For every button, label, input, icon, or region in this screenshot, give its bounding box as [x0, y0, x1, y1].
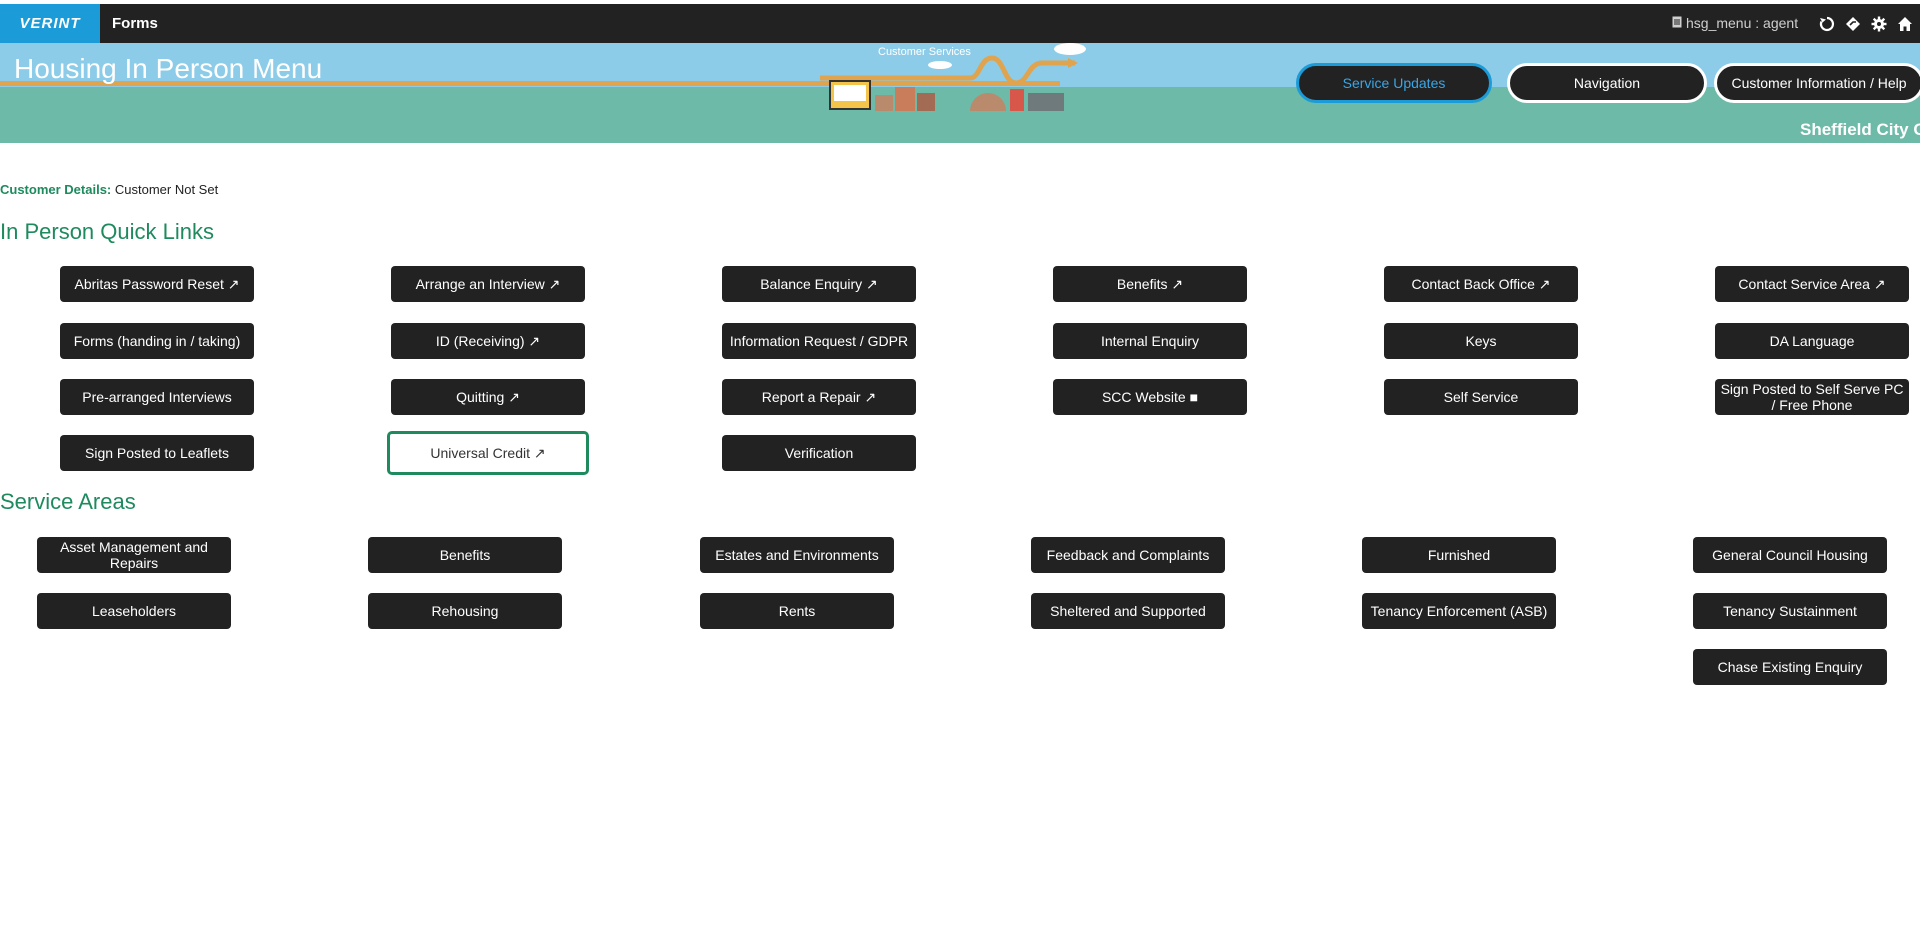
- service-area-benefits[interactable]: Benefits: [368, 537, 562, 573]
- quick-link-arrange-interview[interactable]: Arrange an Interview ↗: [391, 266, 585, 302]
- top-bar: VERINT Forms hsg_menu : agent: [0, 4, 1920, 43]
- refresh-icon[interactable]: [1818, 15, 1836, 33]
- page-title: Housing In Person Menu: [14, 53, 323, 84]
- customer-details: Customer Details: Customer Not Set: [0, 182, 218, 197]
- quick-link-pre-arranged-interviews[interactable]: Pre-arranged Interviews: [60, 379, 254, 415]
- quick-link-internal-enquiry[interactable]: Internal Enquiry: [1053, 323, 1247, 359]
- service-area-asset-management-repairs[interactable]: Asset Management and Repairs: [37, 537, 231, 573]
- quick-link-quitting[interactable]: Quitting ↗: [391, 379, 585, 415]
- quick-link-contact-service-area[interactable]: Contact Service Area ↗: [1715, 266, 1909, 302]
- quick-link-verification[interactable]: Verification: [722, 435, 916, 471]
- quick-link-sign-posted-self-serve-pc[interactable]: Sign Posted to Self Serve PC / Free Phon…: [1715, 379, 1909, 415]
- service-area-rents[interactable]: Rents: [700, 593, 894, 629]
- quick-link-abritas-password-reset[interactable]: Abritas Password Reset ↗: [60, 266, 254, 302]
- service-area-sheltered-supported[interactable]: Sheltered and Supported: [1031, 593, 1225, 629]
- quick-link-universal-credit[interactable]: Universal Credit ↗: [387, 431, 589, 475]
- quick-link-keys[interactable]: Keys: [1384, 323, 1578, 359]
- quick-link-id-receiving[interactable]: ID (Receiving) ↗: [391, 323, 585, 359]
- navigation-button[interactable]: Navigation: [1507, 63, 1707, 103]
- quick-link-contact-back-office[interactable]: Contact Back Office ↗: [1384, 266, 1578, 302]
- quick-link-report-repair[interactable]: Report a Repair ↗: [722, 379, 916, 415]
- verint-logo[interactable]: VERINT: [0, 4, 100, 43]
- customer-services-text: Customer Services: [878, 46, 971, 58]
- quick-link-forms[interactable]: Forms (handing in / taking): [60, 323, 254, 359]
- service-area-tenancy-enforcement[interactable]: Tenancy Enforcement (ASB): [1362, 593, 1556, 629]
- document-icon: [1672, 4, 1682, 43]
- quick-link-benefits[interactable]: Benefits ↗: [1053, 266, 1247, 302]
- quick-link-information-request-gdpr[interactable]: Information Request / GDPR: [722, 323, 916, 359]
- chase-existing-enquiry-button[interactable]: Chase Existing Enquiry: [1693, 649, 1887, 685]
- customer-details-label: Customer Details:: [0, 182, 112, 197]
- home-icon[interactable]: [1896, 15, 1914, 33]
- service-area-general-council-housing[interactable]: General Council Housing: [1693, 537, 1887, 573]
- navigate-icon[interactable]: [1844, 15, 1862, 33]
- toolbar-icons: [1818, 4, 1914, 43]
- quick-links-title: In Person Quick Links: [0, 219, 214, 244]
- quick-link-sign-posted-leaflets[interactable]: Sign Posted to Leaflets: [60, 435, 254, 471]
- customer-details-value: Customer Not Set: [114, 182, 219, 197]
- user-text: hsg_menu : agent: [1686, 15, 1799, 31]
- service-updates-button[interactable]: Service Updates: [1296, 63, 1492, 103]
- settings-icon[interactable]: [1870, 15, 1888, 33]
- logo-text: VERINT: [19, 15, 81, 32]
- service-areas-title: Service Areas: [0, 489, 136, 514]
- service-area-tenancy-sustainment[interactable]: Tenancy Sustainment: [1693, 593, 1887, 629]
- quick-link-da-language[interactable]: DA Language: [1715, 323, 1909, 359]
- customer-information-help-button[interactable]: Customer Information / Help: [1714, 63, 1920, 103]
- service-area-leaseholders[interactable]: Leaseholders: [37, 593, 231, 629]
- quick-link-self-service[interactable]: Self Service: [1384, 379, 1578, 415]
- user-info: hsg_menu : agent: [1672, 4, 1798, 43]
- header-banner: Housing In Person Menu Customer Services…: [0, 43, 1920, 143]
- forms-label[interactable]: Forms: [112, 4, 158, 43]
- quick-link-scc-website[interactable]: SCC Website ■: [1053, 379, 1247, 415]
- quick-link-balance-enquiry[interactable]: Balance Enquiry ↗: [722, 266, 916, 302]
- service-area-furnished[interactable]: Furnished: [1362, 537, 1556, 573]
- service-area-rehousing[interactable]: Rehousing: [368, 593, 562, 629]
- customer-services-illustration: Customer Services: [820, 43, 1086, 111]
- service-area-estates-environments[interactable]: Estates and Environments: [700, 537, 894, 573]
- service-area-feedback-complaints[interactable]: Feedback and Complaints: [1031, 537, 1225, 573]
- council-name: Sheffield City C: [1800, 120, 1920, 139]
